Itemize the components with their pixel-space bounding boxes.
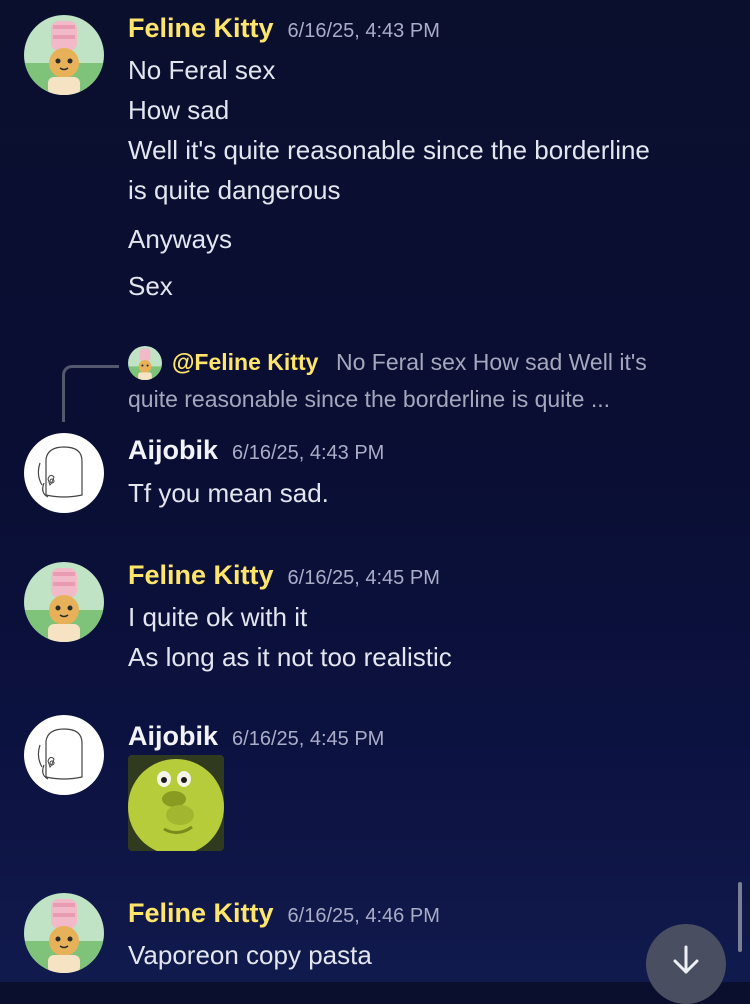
timestamp: 6/16/25, 4:43 PM <box>232 442 385 464</box>
message-text: As long as it not too realistic <box>128 642 452 672</box>
username[interactable]: Feline Kitty <box>128 560 274 590</box>
feline-kitty-avatar[interactable] <box>24 562 104 642</box>
username[interactable]: Feline Kitty <box>128 898 274 928</box>
reply-avatar <box>128 346 162 380</box>
message-text: Vaporeon copy pasta <box>128 940 372 970</box>
jump-to-latest-button[interactable] <box>646 924 726 1004</box>
message-text: Anyways <box>128 224 233 254</box>
username[interactable]: Aijobik <box>128 435 218 465</box>
aijobik-avatar[interactable] <box>24 433 104 513</box>
green-cartoon-face-sticker[interactable] <box>128 755 224 851</box>
message-text: Sex <box>128 271 173 301</box>
message-text: No Feral sex <box>128 55 276 85</box>
arrow-down-icon <box>673 945 699 974</box>
message-text: is quite dangerous <box>128 175 341 205</box>
feline-kitty-avatar[interactable] <box>24 893 104 973</box>
message-text: Well it's quite reasonable since the bor… <box>128 135 650 165</box>
timestamp: 6/16/25, 4:46 PM <box>287 905 440 927</box>
timestamp: 6/16/25, 4:43 PM <box>287 20 440 42</box>
timestamp: 6/16/25, 4:45 PM <box>232 728 385 750</box>
message-text: I quite ok with it <box>128 602 308 632</box>
reply-username[interactable]: @Feline Kitty <box>172 349 318 376</box>
reply-preview-text-continued[interactable]: quite reasonable since the borderline is… <box>128 386 610 413</box>
reply-preview-text[interactable]: No Feral sex How sad Well it's <box>336 349 647 376</box>
reply-spine <box>62 365 119 422</box>
username[interactable]: Feline Kitty <box>128 13 274 43</box>
username[interactable]: Aijobik <box>128 721 218 751</box>
message-text: Tf you mean sad. <box>128 478 329 508</box>
scrollbar[interactable] <box>738 882 742 952</box>
timestamp: 6/16/25, 4:45 PM <box>287 567 440 589</box>
feline-kitty-avatar[interactable] <box>24 15 104 95</box>
message-text: How sad <box>128 95 230 125</box>
aijobik-avatar[interactable] <box>24 715 104 795</box>
chat-messages: Feline Kitty 6/16/25, 4:43 PM No Feral se… <box>0 0 750 982</box>
